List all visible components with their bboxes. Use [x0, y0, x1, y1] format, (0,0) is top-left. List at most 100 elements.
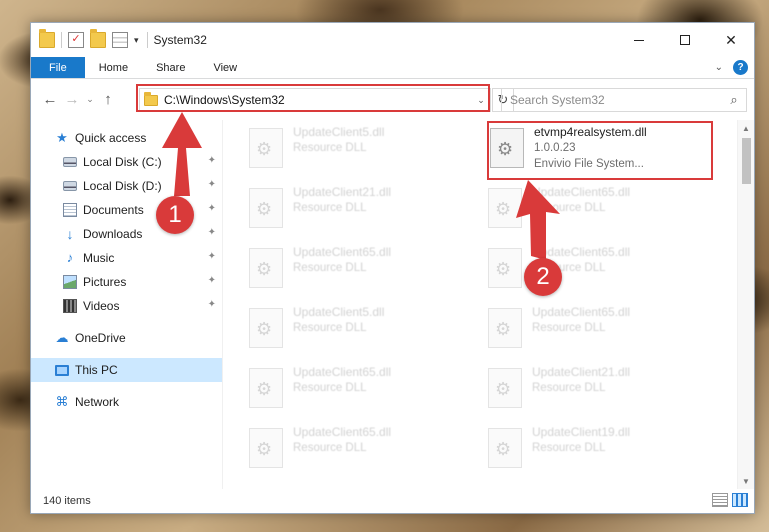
- music-icon: ♪: [66, 250, 74, 265]
- pin-icon[interactable]: ✦: [208, 155, 216, 166]
- pin-icon[interactable]: ✦: [208, 251, 216, 262]
- drive-icon: [63, 157, 77, 167]
- help-icon[interactable]: ?: [733, 60, 748, 75]
- pin-icon[interactable]: ✦: [208, 299, 216, 310]
- sidebar-item-this-pc[interactable]: This PC: [31, 358, 222, 382]
- file-name: etvmp4realsystem.dll: [534, 125, 647, 139]
- back-button[interactable]: ←: [39, 88, 61, 110]
- file-name: UpdateClient21.dll: [293, 185, 392, 199]
- vertical-scrollbar[interactable]: ▲ ▼: [737, 120, 754, 489]
- file-type: Resource DLL: [532, 202, 606, 214]
- file-type: Resource DLL: [293, 322, 367, 334]
- pin-icon[interactable]: ✦: [208, 179, 216, 190]
- search-icon[interactable]: ⌕: [722, 92, 746, 108]
- file-name: UpdateClient65.dll: [293, 245, 392, 259]
- dll-file-icon: [488, 368, 522, 408]
- sidebar-item-network[interactable]: ⌘ Network: [31, 390, 222, 414]
- step-badge-2: 2: [524, 258, 562, 296]
- file-item[interactable]: UpdateClient65.dll Resource DLL: [227, 420, 457, 480]
- properties-check-icon[interactable]: ✓: [68, 32, 84, 48]
- file-item[interactable]: UpdateClient21.dll Resource DLL: [466, 360, 696, 420]
- close-button[interactable]: ✕: [708, 23, 754, 57]
- dll-file-icon: [249, 188, 283, 228]
- scroll-thumb[interactable]: [742, 138, 751, 184]
- ribbon-tabs: File Home Share View ⌄ ?: [31, 57, 754, 79]
- tab-share[interactable]: Share: [142, 57, 199, 78]
- file-type: Resource DLL: [293, 262, 367, 274]
- sidebar-item-label: Local Disk (C:): [83, 155, 162, 169]
- dll-file-icon: [488, 308, 522, 348]
- sidebar-item-local-disk-c[interactable]: Local Disk (C:) ✦: [31, 150, 222, 174]
- scroll-up-icon[interactable]: ▲: [738, 120, 754, 136]
- file-type: Resource DLL: [293, 142, 367, 154]
- view-toggle: [712, 493, 748, 507]
- address-dropdown-icon[interactable]: ⌄: [472, 95, 490, 106]
- sidebar-item-label: OneDrive: [75, 331, 126, 345]
- file-name: UpdateClient65.dll: [532, 185, 631, 199]
- sidebar-item-label: Pictures: [83, 275, 127, 289]
- sidebar-item-label: Network: [75, 395, 120, 409]
- sidebar-item-downloads[interactable]: ↓ Downloads ✦: [31, 222, 222, 246]
- details-view-icon[interactable]: [712, 493, 728, 507]
- file-item[interactable]: UpdateClient5.dll Resource DLL: [227, 300, 457, 360]
- maximize-button[interactable]: [662, 23, 708, 57]
- file-item[interactable]: UpdateClient65.dllResource DLL: [227, 360, 457, 420]
- file-name: UpdateClient21.dll: [532, 365, 631, 379]
- file-type: Resource DLL: [293, 382, 367, 394]
- expand-ribbon-icon[interactable]: ⌄: [715, 62, 723, 73]
- search-input[interactable]: [510, 93, 722, 107]
- computer-icon: [55, 364, 69, 376]
- tab-file[interactable]: File: [31, 57, 85, 78]
- folder-icon[interactable]: [39, 29, 55, 48]
- forward-button[interactable]: →: [61, 88, 83, 110]
- sidebar-item-local-disk-d[interactable]: Local Disk (D:) ✦: [31, 174, 222, 198]
- pictures-icon: [63, 275, 77, 289]
- documents-icon: [63, 203, 77, 217]
- videos-icon: [63, 299, 77, 313]
- sidebar-item-pictures[interactable]: Pictures ✦: [31, 270, 222, 294]
- file-item[interactable]: UpdateClient65.dllResource DLL: [466, 300, 696, 360]
- address-bar[interactable]: C:\Windows\System32 ⌄: [139, 88, 491, 112]
- pin-icon[interactable]: ✦: [208, 227, 216, 238]
- file-item[interactable]: UpdateClient65.dll Resource DLL: [466, 180, 696, 240]
- window-title: System32: [153, 33, 207, 47]
- navigation-pane: ★ Quick access Local Disk (C:) ✦ Local D…: [31, 120, 223, 489]
- file-name: UpdateClient65.dll: [293, 425, 392, 439]
- step-badge-1: 1: [156, 196, 194, 234]
- file-name: UpdateClient5.dll: [293, 125, 385, 139]
- new-folder-icon[interactable]: [90, 29, 106, 48]
- file-item[interactable]: UpdateClient19.dll Resource DLL: [466, 420, 696, 480]
- file-item[interactable]: UpdateClient65.dll Resource DLL: [227, 240, 457, 300]
- quick-access-separator: [61, 32, 62, 48]
- sidebar-item-videos[interactable]: Videos ✦: [31, 294, 222, 318]
- pin-icon[interactable]: ✦: [208, 275, 216, 286]
- file-explorer-window: ✓ ▾ System32 ✕ File Home Share View ⌄ ? …: [30, 22, 755, 514]
- file-item[interactable]: UpdateClient5.dll Resource DLL: [227, 120, 457, 180]
- properties-icon[interactable]: [112, 32, 128, 48]
- tab-view[interactable]: View: [199, 57, 251, 78]
- pin-icon[interactable]: ✦: [208, 203, 216, 214]
- title-separator: [146, 32, 148, 48]
- up-button[interactable]: ↑: [97, 88, 119, 110]
- sidebar-item-onedrive[interactable]: ☁ OneDrive: [31, 326, 222, 350]
- sidebar-item-music[interactable]: ♪ Music ✦: [31, 246, 222, 270]
- sidebar-item-quick-access[interactable]: ★ Quick access: [31, 126, 222, 150]
- highlighted-file-item[interactable]: etvmp4realsystem.dll 1.0.0.23 Envivio Fi…: [466, 120, 696, 180]
- address-path[interactable]: C:\Windows\System32: [164, 93, 472, 107]
- dll-file-icon: [249, 308, 283, 348]
- dll-file-icon: [488, 188, 522, 228]
- minimize-button[interactable]: [616, 23, 662, 57]
- scroll-down-icon[interactable]: ▼: [738, 473, 754, 489]
- maximize-icon: [680, 35, 690, 45]
- file-item[interactable]: UpdateClient65.dllResource DLL: [466, 240, 696, 300]
- file-version: 1.0.0.23: [534, 142, 576, 154]
- title-bar: ✓ ▾ System32 ✕: [31, 23, 754, 57]
- tab-home[interactable]: Home: [85, 57, 142, 78]
- search-box[interactable]: ⌕: [501, 88, 747, 112]
- recent-locations-button[interactable]: ⌄: [83, 88, 97, 110]
- file-item[interactable]: UpdateClient21.dll Resource DLL: [227, 180, 457, 240]
- quick-access-dropdown-icon[interactable]: ▾: [134, 35, 139, 46]
- large-icons-view-icon[interactable]: [732, 493, 748, 507]
- file-type: Resource DLL: [293, 442, 367, 454]
